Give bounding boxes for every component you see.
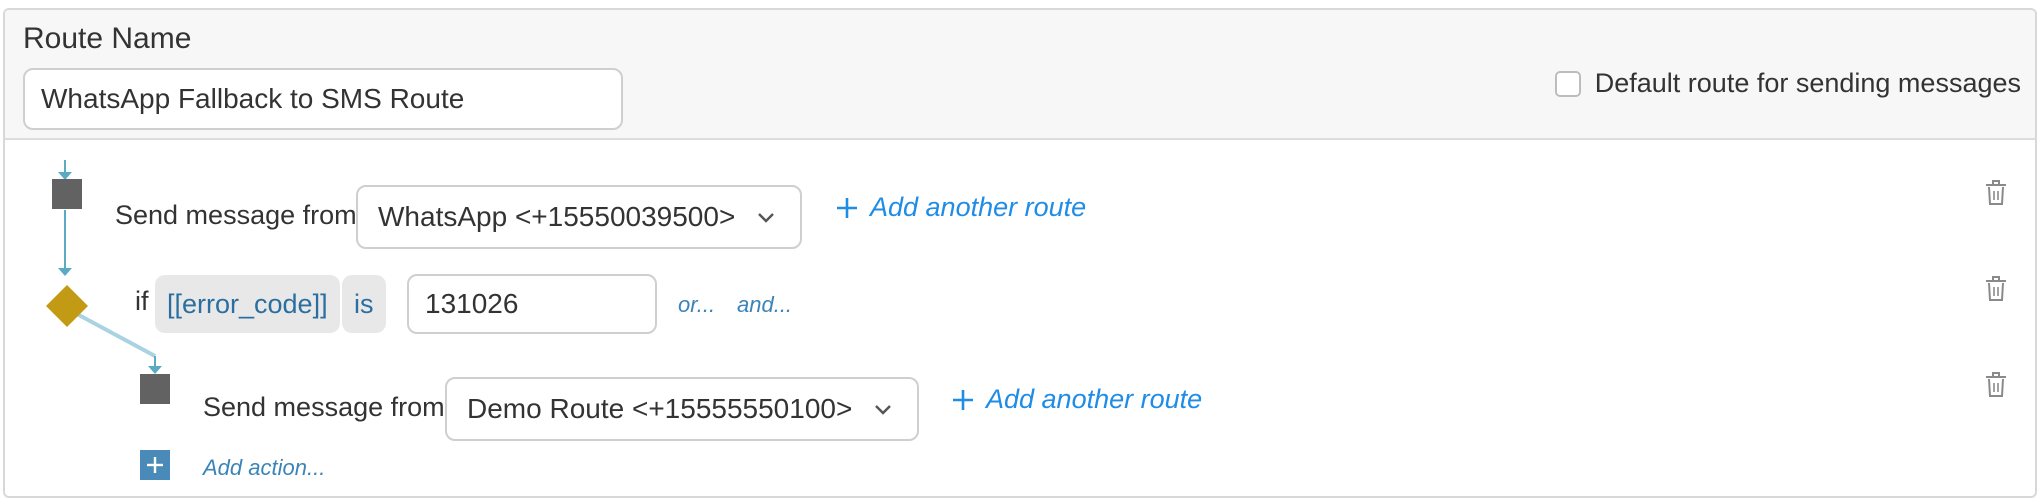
route-name-label: Route Name xyxy=(23,22,192,55)
default-route-label: Default route for sending messages xyxy=(1594,68,2021,98)
trash-icon[interactable] xyxy=(1985,180,2007,206)
plus-icon xyxy=(147,457,163,473)
route-flow: Send message from WhatsApp <+15550039500… xyxy=(5,138,2035,496)
condition-value-input[interactable] xyxy=(407,274,657,334)
condition-operator-pill[interactable]: is xyxy=(342,275,386,333)
add-action-button[interactable] xyxy=(140,450,170,480)
plus-icon xyxy=(837,197,857,218)
trash-icon[interactable] xyxy=(1985,276,2007,302)
add-route-label: Add another route xyxy=(870,192,1087,222)
send-from-label: Send message from xyxy=(203,392,445,422)
route-name-input[interactable] xyxy=(23,68,623,130)
or-link[interactable]: or... xyxy=(678,292,715,318)
route-select-value: WhatsApp <+15550039500> xyxy=(378,201,736,232)
default-route-option[interactable]: Default route for sending messages xyxy=(1554,68,2021,99)
send-step-node[interactable] xyxy=(52,179,82,209)
chevron-down-icon xyxy=(875,405,892,415)
if-label: if xyxy=(135,286,149,316)
condition-diamond xyxy=(46,285,88,327)
trash-icon[interactable] xyxy=(1985,372,2007,398)
route-select[interactable]: Demo Route <+15555550100> xyxy=(445,377,919,441)
and-link[interactable]: and... xyxy=(737,292,792,318)
send-step-node[interactable] xyxy=(140,374,170,404)
chevron-down-icon xyxy=(758,213,775,223)
send-from-label: Send message from xyxy=(115,200,357,230)
add-another-route-link[interactable]: Add another route xyxy=(836,192,1086,223)
plus-icon xyxy=(953,389,973,410)
add-another-route-link[interactable]: Add another route xyxy=(952,384,1202,415)
route-header: Route Name Default route for sending mes… xyxy=(5,10,2035,140)
route-select-value: Demo Route <+15555550100> xyxy=(467,393,853,424)
add-route-label: Add another route xyxy=(986,384,1203,414)
add-action-link[interactable]: Add action... xyxy=(203,455,325,481)
default-route-checkbox[interactable] xyxy=(1554,70,1581,97)
route-card: Route Name Default route for sending mes… xyxy=(3,8,2037,498)
condition-field-pill[interactable]: [[error_code]] xyxy=(155,275,340,333)
route-select[interactable]: WhatsApp <+15550039500> xyxy=(356,185,802,249)
